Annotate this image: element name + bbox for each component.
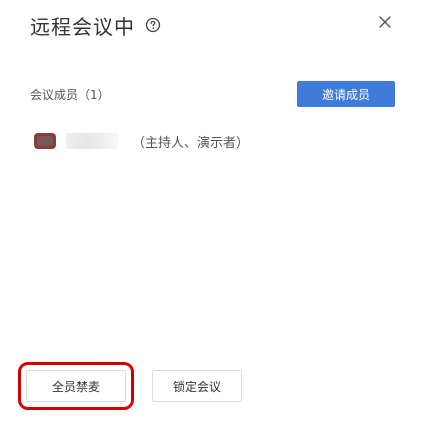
panel-header: 远程会议中 bbox=[30, 10, 161, 40]
panel-title: 远程会议中 bbox=[30, 14, 135, 39]
mute-all-button[interactable]: 全员禁麦 bbox=[18, 362, 134, 410]
avatar bbox=[34, 133, 56, 149]
member-role-label: （主持人、演示者） bbox=[132, 135, 250, 151]
remote-meeting-panel: 远程会议中 会议成员（1） 邀请成员 （主持人、演示者） 全员禁麦 锁定会议 bbox=[0, 0, 429, 440]
members-count-label: 会议成员（1） bbox=[30, 87, 110, 102]
lock-meeting-button[interactable]: 锁定会议 bbox=[152, 370, 242, 402]
member-name-redacted bbox=[66, 133, 118, 149]
members-header: 会议成员（1） 邀请成员 bbox=[30, 80, 395, 108]
member-list-item[interactable]: （主持人、演示者） bbox=[34, 131, 249, 151]
footer-actions: 全员禁麦 锁定会议 bbox=[18, 362, 242, 410]
help-circle-icon[interactable] bbox=[145, 17, 161, 33]
close-icon[interactable] bbox=[377, 14, 393, 30]
invite-members-button[interactable]: 邀请成员 bbox=[297, 81, 395, 107]
